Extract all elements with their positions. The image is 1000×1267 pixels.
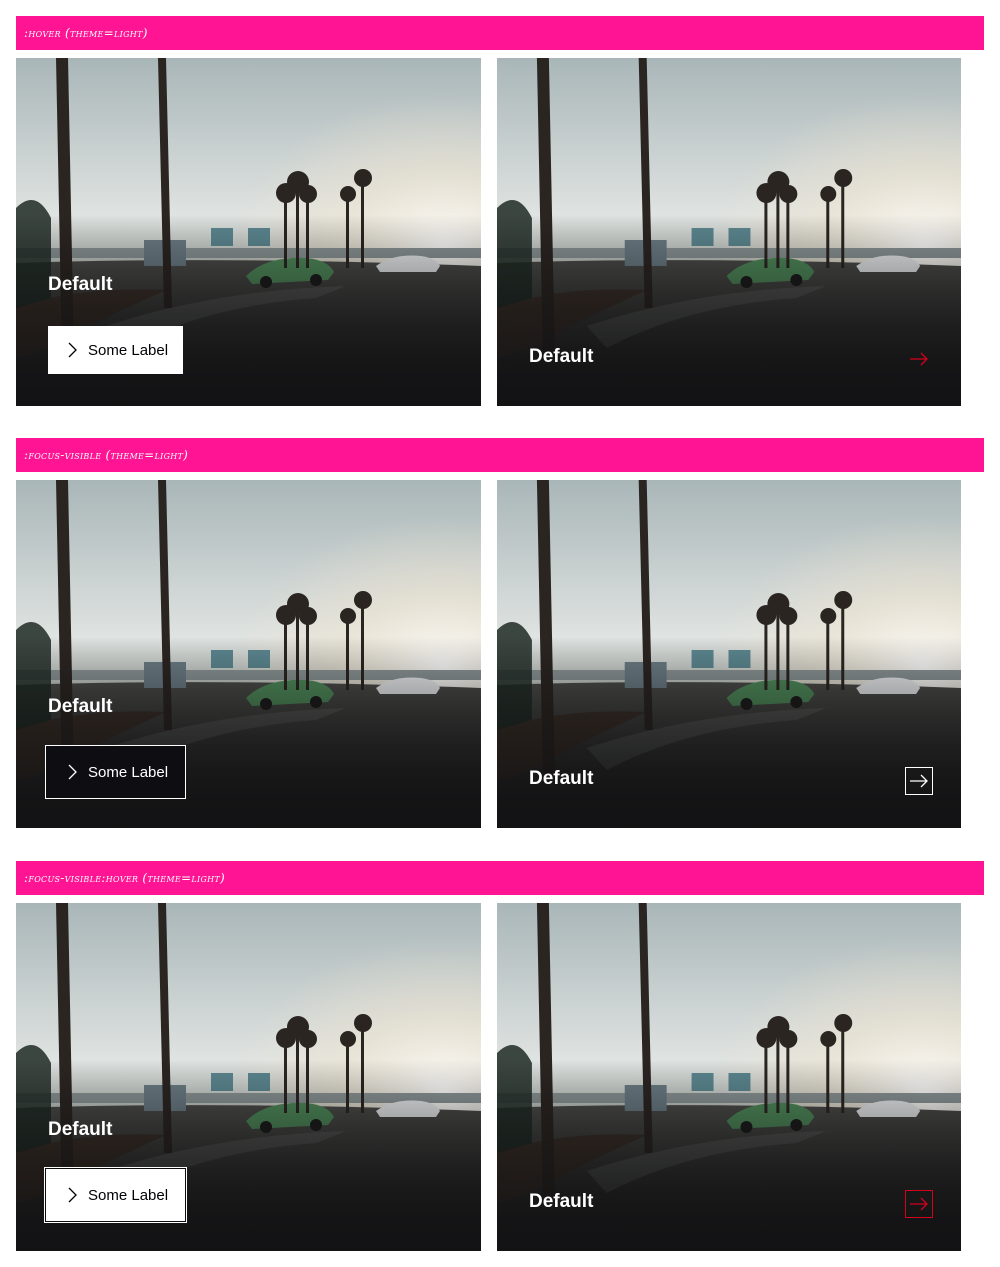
some-label-button[interactable]: Some Label: [48, 326, 183, 374]
some-label-button[interactable]: Some Label: [48, 1171, 183, 1219]
arrow-right-icon: [910, 1197, 928, 1211]
section-header: :focus-visible:hover (theme=light): [16, 861, 984, 895]
link-tile: Default Some Label: [16, 903, 481, 1251]
cards-row: Default Some Label Default: [16, 480, 984, 828]
tile-title: Default: [529, 1191, 594, 1212]
button-label: Some Label: [88, 1186, 169, 1204]
chevron-right-icon: [68, 1187, 77, 1203]
link-tile-compact[interactable]: Default: [497, 58, 961, 406]
section-header: :focus-visible (theme=light): [16, 438, 984, 472]
section-header: :hover (theme=light): [16, 16, 984, 50]
tile-title: Default: [529, 346, 594, 367]
hover-section: :hover (theme=light) Default Some Label …: [16, 16, 984, 406]
link-tile-compact[interactable]: Default: [497, 480, 961, 828]
link-tile-compact[interactable]: Default: [497, 903, 961, 1251]
tile-title: Default: [529, 768, 594, 789]
chevron-right-icon: [68, 342, 77, 358]
focus-visible-section: :focus-visible (theme=light) Default Som…: [16, 438, 984, 828]
some-label-button[interactable]: Some Label: [48, 748, 183, 796]
tile-link-button[interactable]: [905, 1190, 933, 1218]
button-label: Some Label: [88, 341, 169, 359]
tile-title: Default: [48, 1119, 113, 1140]
focus-visible-hover-section: :focus-visible:hover (theme=light) Defau…: [16, 861, 984, 1251]
arrow-right-icon: [910, 352, 928, 366]
link-tile: Default Some Label: [16, 480, 481, 828]
chevron-right-icon: [68, 764, 77, 780]
link-tile: Default Some Label: [16, 58, 481, 406]
button-label: Some Label: [88, 763, 169, 781]
arrow-right-icon: [910, 774, 928, 788]
tile-link-button[interactable]: [905, 767, 933, 795]
tile-title: Default: [48, 274, 113, 295]
tile-link-button[interactable]: [905, 345, 933, 373]
cards-row: Default Some Label Default: [16, 58, 984, 406]
tile-title: Default: [48, 696, 113, 717]
cards-row: Default Some Label Default: [16, 903, 984, 1251]
